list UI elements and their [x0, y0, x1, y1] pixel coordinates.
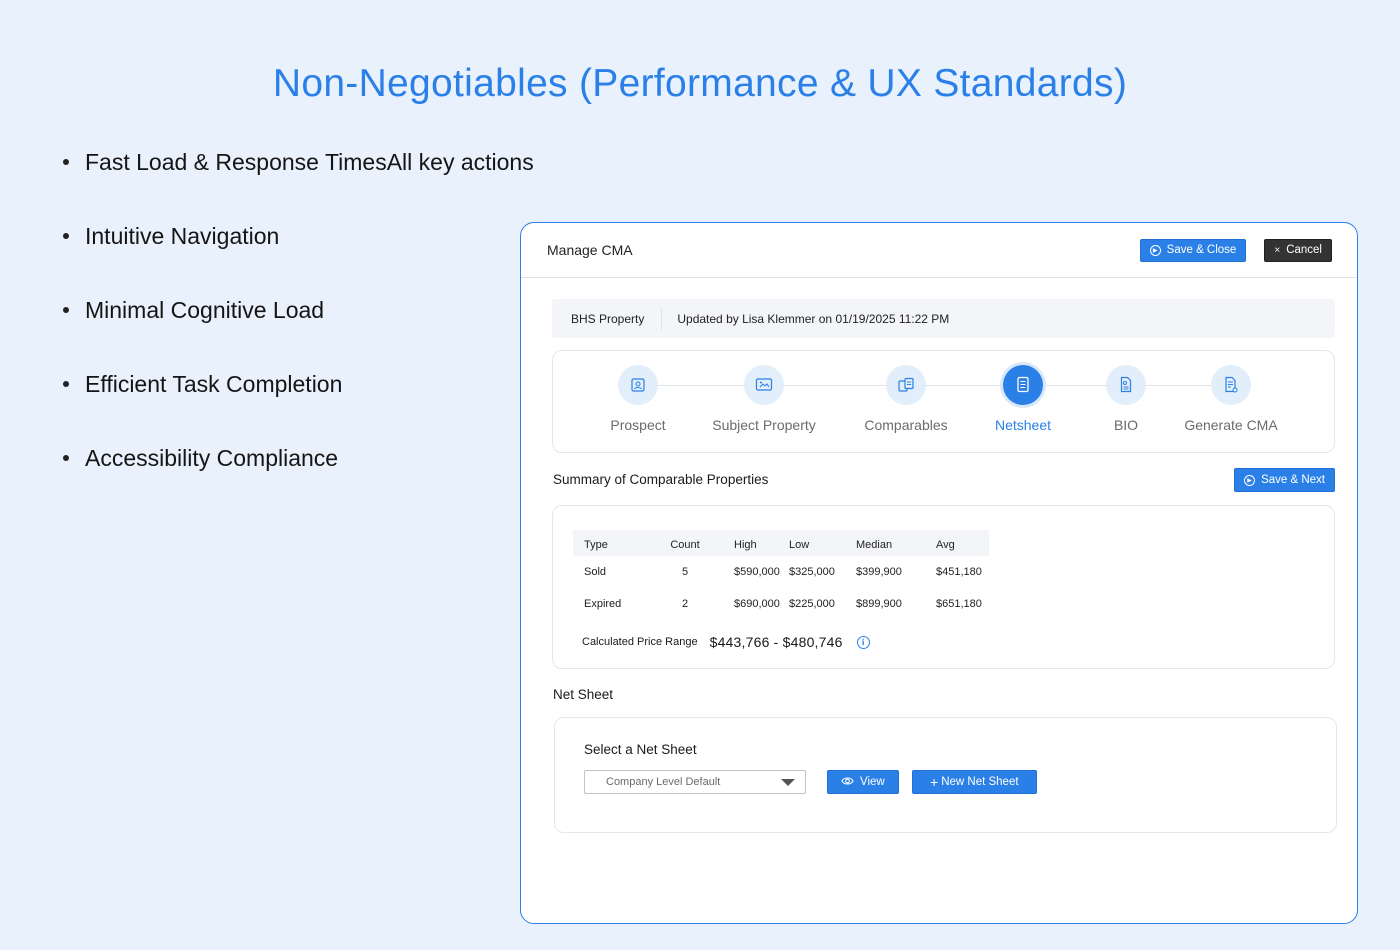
table-cell: $399,900: [856, 566, 902, 578]
price-range-label: Calculated Price Range: [582, 636, 698, 648]
bullet-item: Fast Load & Response TimesAll key action…: [63, 146, 534, 178]
bullet-text: Efficient Task Completion: [85, 370, 343, 397]
table-cell: $651,180: [936, 598, 982, 610]
net-sheet-card: Select a Net Sheet Company Level Default…: [554, 717, 1337, 833]
close-icon: ×: [1274, 244, 1281, 256]
summary-card: Type Count High Low Median Avg Sold 5 $5…: [552, 505, 1335, 669]
bullet-dot: [63, 233, 69, 239]
bullet-text: Accessibility Compliance: [85, 444, 339, 471]
column-header: High: [722, 530, 785, 556]
step-prospect[interactable]: Prospect: [568, 365, 708, 433]
header-actions: ▶ Save & Close × Cancel: [1139, 238, 1332, 262]
save-close-label: Save & Close: [1166, 244, 1237, 256]
column-header: Low: [785, 530, 851, 556]
step-label: Subject Property: [712, 417, 816, 433]
view-label: View: [860, 776, 885, 788]
table-cell: $899,900: [856, 598, 902, 610]
net-sheet-section-title: Net Sheet: [553, 687, 614, 702]
table-cell: $590,000: [734, 566, 780, 578]
plus-icon: +: [930, 774, 939, 790]
property-image-icon: [744, 365, 784, 405]
bullet-dot: [63, 159, 69, 165]
step-subject-property[interactable]: Subject Property: [694, 365, 834, 433]
step-generate-cma[interactable]: Generate CMA: [1161, 365, 1301, 433]
bullet-text: Fast Load & Response TimesAll key action…: [85, 148, 534, 175]
slide-title: Non-Negotiables (Performance & UX Standa…: [272, 62, 1128, 105]
save-next-button[interactable]: ▶ Save & Next: [1234, 468, 1335, 492]
table-cell: 2: [681, 598, 689, 610]
save-next-label: Save & Next: [1261, 474, 1325, 486]
compare-docs-icon: [886, 365, 926, 405]
caret-down-icon: [781, 779, 795, 786]
property-name: BHS Property: [571, 311, 645, 326]
price-range: Calculated Price Range $443,766 - $480,7…: [582, 634, 870, 650]
table-cell: 5: [681, 566, 689, 578]
bullet-item: Intuitive Navigation: [63, 220, 534, 252]
column-header: Median: [851, 530, 923, 556]
play-circle-icon: ▶: [1244, 474, 1256, 486]
save-close-button[interactable]: ▶ Save & Close: [1139, 238, 1247, 262]
column-header: Avg: [923, 530, 989, 556]
property-info-bar: BHS Property Updated by Lisa Klemmer on …: [552, 299, 1335, 338]
step-label: Generate CMA: [1184, 417, 1278, 433]
step-navigation: Prospect Subject Property Comparables Ne…: [552, 350, 1335, 453]
cancel-button[interactable]: × Cancel: [1264, 238, 1332, 262]
cancel-label: Cancel: [1286, 244, 1322, 256]
info-icon[interactable]: i: [856, 635, 870, 649]
net-sheet-select[interactable]: Company Level Default: [584, 770, 806, 794]
eye-icon: [841, 776, 854, 789]
new-net-sheet-button[interactable]: + New Net Sheet: [912, 770, 1037, 794]
select-net-sheet-label: Select a Net Sheet: [584, 742, 697, 757]
bullet-item: Accessibility Compliance: [63, 442, 534, 474]
step-label: Prospect: [610, 417, 666, 433]
table-cell: $225,000: [789, 598, 835, 610]
bullet-list: Fast Load & Response TimesAll key action…: [63, 146, 534, 516]
summary-section-title: Summary of Comparable Properties: [553, 472, 769, 487]
table-cell: $690,000: [734, 598, 780, 610]
id-card-icon: [618, 365, 658, 405]
info-divider: [661, 307, 663, 330]
table-cell: $451,180: [936, 566, 982, 578]
bullet-text: Minimal Cognitive Load: [85, 296, 325, 323]
window-title: Manage CMA: [547, 242, 633, 258]
column-header: Type: [573, 530, 648, 556]
table-cell: $325,000: [789, 566, 835, 578]
table-cell: Sold: [584, 566, 607, 578]
bullet-dot: [63, 381, 69, 387]
bullet-item: Efficient Task Completion: [63, 368, 534, 400]
select-value: Company Level Default: [606, 776, 721, 788]
table-header-row: Type Count High Low Median Avg: [573, 530, 989, 556]
window-header: Manage CMA ▶ Save & Close × Cancel: [521, 223, 1357, 278]
updated-text: Updated by Lisa Klemmer on 01/19/2025 11…: [677, 311, 950, 326]
bullet-item: Minimal Cognitive Load: [63, 294, 534, 326]
table-row: Expired 2 $690,000 $225,000 $899,900 $65…: [573, 588, 989, 620]
table-row: Sold 5 $590,000 $325,000 $399,900 $451,1…: [573, 556, 989, 588]
table-cell: Expired: [584, 598, 622, 610]
comparables-summary-table: Type Count High Low Median Avg Sold 5 $5…: [573, 530, 989, 620]
play-circle-icon: ▶: [1149, 244, 1161, 256]
bullet-dot: [63, 307, 69, 313]
bullet-text: Intuitive Navigation: [85, 222, 280, 249]
new-net-sheet-label: New Net Sheet: [941, 776, 1019, 788]
manage-cma-window: Manage CMA ▶ Save & Close × Cancel BHS P…: [520, 222, 1358, 924]
netsheet-doc-icon: [1003, 365, 1043, 405]
bio-doc-icon: [1106, 365, 1146, 405]
bullet-dot: [63, 455, 69, 461]
price-range-value: $443,766 - $480,746: [709, 634, 843, 650]
view-button[interactable]: View: [827, 770, 899, 794]
column-header: Count: [648, 530, 722, 556]
generate-doc-icon: [1211, 365, 1251, 405]
